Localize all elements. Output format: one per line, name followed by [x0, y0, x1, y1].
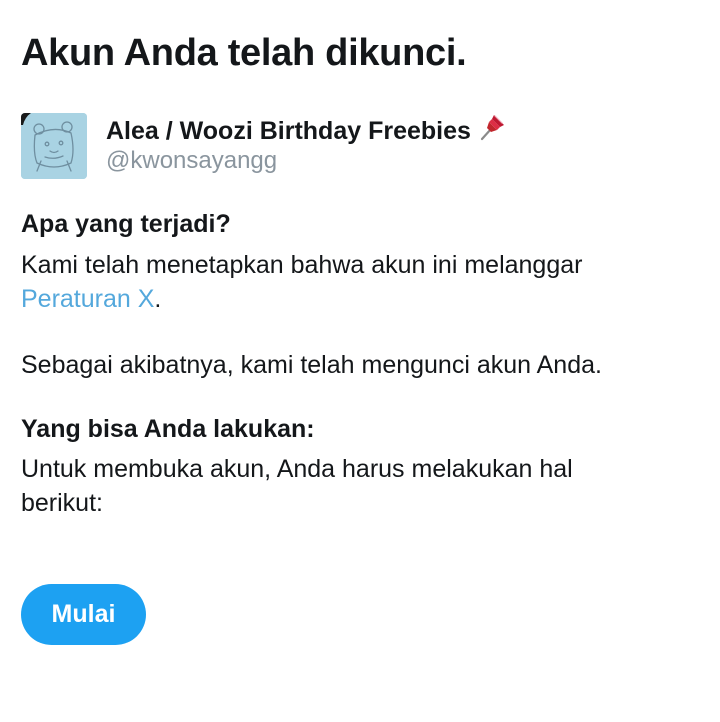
- consequence-text: Sebagai akibatnya, kami telah mengunci a…: [21, 351, 602, 379]
- what-happened-text: Kami telah menetapkan bahwa akun ini mel…: [21, 248, 681, 316]
- account-card: Alea / Woozi Birthday Freebies @kwonsaya…: [21, 112, 701, 180]
- display-name: Alea / Woozi Birthday Freebies: [106, 112, 507, 149]
- what-you-can-do-heading: Yang bisa Anda lakukan:: [21, 415, 315, 443]
- avatar-drawing: [21, 113, 87, 179]
- what-happened-text-start: Kami telah menetapkan bahwa akun ini mel…: [21, 251, 583, 279]
- what-you-can-do-text: Untuk membuka akun, Anda harus melakukan…: [21, 455, 573, 517]
- pushpin-icon: [477, 112, 507, 149]
- start-button[interactable]: Mulai: [21, 584, 146, 645]
- account-handle: @kwonsayangg: [106, 147, 278, 174]
- avatar: [21, 113, 87, 179]
- rules-link[interactable]: Peraturan X: [21, 285, 154, 313]
- display-name-text: Alea / Woozi Birthday Freebies: [106, 117, 471, 145]
- what-happened-heading: Apa yang terjadi?: [21, 210, 231, 238]
- page-title: Akun Anda telah dikunci.: [21, 32, 467, 74]
- what-happened-text-end: .: [154, 285, 162, 313]
